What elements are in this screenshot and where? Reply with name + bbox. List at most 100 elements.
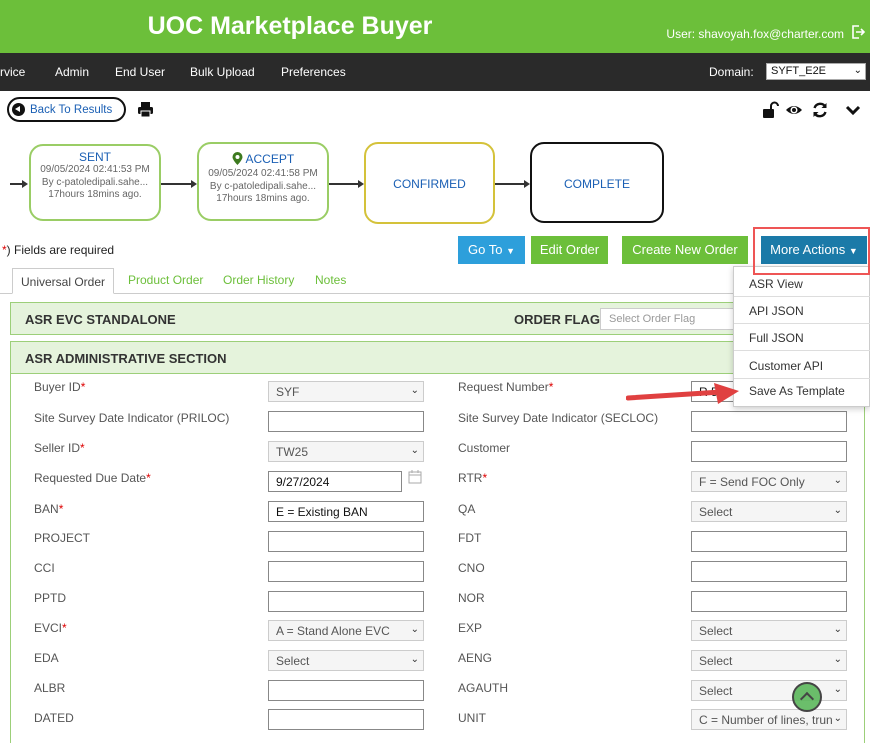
menu-item-api-json[interactable]: API JSON [749, 304, 804, 318]
section-title: ASR ADMINISTRATIVE SECTION [25, 351, 227, 366]
domain-select[interactable]: SYFT_E2E ⌄ [766, 63, 866, 80]
ban-input[interactable]: E = Existing BAN [268, 501, 424, 522]
scroll-to-top-button[interactable] [792, 682, 822, 712]
nav-item-end-user[interactable]: End User [115, 65, 165, 79]
workflow-status-label: ACCEPT [245, 152, 295, 166]
field-label-rtr: RTR* [458, 471, 488, 485]
eye-icon[interactable] [785, 101, 803, 119]
nor-input[interactable] [691, 591, 847, 612]
field-label-requested-due-date: Requested Due Date* [34, 471, 151, 485]
menu-divider [734, 350, 870, 351]
field-label-cno: CNO [458, 561, 485, 575]
create-new-order-button[interactable]: Create New Order [622, 236, 748, 264]
buyer-id-select[interactable]: SYF ⌄ [268, 381, 424, 402]
tab-product-order[interactable]: Product Order [128, 273, 203, 287]
pptd-input[interactable] [268, 591, 424, 612]
field-label-nor: NOR [458, 591, 485, 605]
chevron-down-icon: ⌄ [833, 505, 842, 516]
user-label: User: shavoyah.fox@charter.com [666, 27, 844, 41]
seller-id-select[interactable]: TW25 ⌄ [268, 441, 424, 462]
qa-select[interactable]: Select ⌄ [691, 501, 847, 522]
annotation-arrow-icon [626, 383, 739, 404]
requested-due-date-input[interactable]: 9/27/2024 [268, 471, 402, 492]
field-label-dated: DATED [34, 711, 74, 725]
required-note: *) Fields are required [2, 243, 114, 257]
workflow-step-accept: ACCEPT 09/05/2024 02:41:58 PM By c-patol… [197, 142, 329, 221]
required-bracket: ) [6, 243, 15, 257]
dated-input[interactable] [268, 709, 424, 730]
chevron-down-icon: ⌄ [833, 684, 842, 695]
albr-input[interactable] [268, 680, 424, 701]
map-pin-icon [232, 152, 243, 168]
edit-order-button[interactable]: Edit Order [531, 236, 608, 264]
workflow-step-complete: COMPLETE [530, 142, 664, 223]
field-label-evci: EVCI* [34, 621, 67, 635]
nav-item-bulk-upload[interactable]: Bulk Upload [190, 65, 255, 79]
refresh-icon[interactable] [811, 101, 829, 119]
print-icon[interactable] [137, 101, 154, 118]
field-label-ban: BAN* [34, 502, 64, 516]
nav-item-service[interactable]: rvice [0, 65, 25, 79]
order-flag-select[interactable]: Select Order Flag [600, 308, 750, 330]
calendar-icon[interactable] [408, 470, 422, 484]
project-input[interactable] [268, 531, 424, 552]
top-header: UOC Marketplace Buyer User: shavoyah.fox… [0, 0, 870, 53]
field-label-seller-id: Seller ID* [34, 441, 85, 455]
back-to-results-label: Back To Results [30, 104, 113, 116]
chevron-down-icon: ⌄ [833, 654, 842, 665]
tab-universal-order[interactable]: Universal Order [12, 268, 115, 294]
domain-value: SYFT_E2E [771, 65, 827, 77]
domain-label: Domain: [709, 65, 754, 79]
go-to-button[interactable]: Go To ▼ [458, 236, 525, 264]
priloc-input[interactable] [268, 411, 424, 432]
workflow-connector [495, 183, 524, 185]
chevron-down-icon: ⌄ [410, 445, 419, 456]
eda-select[interactable]: Select ⌄ [268, 650, 424, 671]
agauth-select[interactable]: Select ⌄ [691, 680, 847, 701]
caret-down-icon: ▼ [506, 246, 515, 256]
cci-input[interactable] [268, 561, 424, 582]
fdt-input[interactable] [691, 531, 847, 552]
cno-input[interactable] [691, 561, 847, 582]
field-label-unit: UNIT [458, 711, 486, 725]
chevron-down-icon[interactable] [844, 101, 862, 119]
workflow-ago: 17hours 18mins ago. [216, 193, 310, 204]
rtr-select[interactable]: F = Send FOC Only ⌄ [691, 471, 847, 492]
go-to-label: Go To [468, 242, 503, 257]
tab-order-history[interactable]: Order History [223, 273, 294, 287]
logout-icon[interactable] [850, 24, 866, 40]
chevron-down-icon: ⌄ [410, 654, 419, 665]
unit-select[interactable]: C = Number of lines, trun ⌄ [691, 709, 847, 730]
menu-item-full-json[interactable]: Full JSON [749, 331, 804, 345]
field-label-aeng: AENG [458, 651, 493, 665]
nav-item-preferences[interactable]: Preferences [281, 65, 346, 79]
menu-divider [734, 323, 870, 324]
workflow-status-accept: ACCEPT [199, 152, 327, 168]
tab-notes[interactable]: Notes [315, 273, 346, 287]
menu-item-asr-view[interactable]: ASR View [749, 277, 803, 291]
aeng-select[interactable]: Select ⌄ [691, 650, 847, 671]
exp-select[interactable]: Select ⌄ [691, 620, 847, 641]
chevron-down-icon: ⌄ [833, 475, 842, 486]
section-title: ASR EVC STANDALONE [25, 312, 176, 327]
nav-item-admin[interactable]: Admin [55, 65, 89, 79]
field-label-fdt: FDT [458, 531, 482, 545]
nav-bar: rvice Admin End User Bulk Upload Prefere… [0, 53, 870, 91]
field-label-eda: EDA [34, 651, 59, 665]
menu-item-customer-api[interactable]: Customer API [749, 359, 823, 373]
unlock-icon[interactable] [761, 101, 779, 119]
customer-input[interactable] [691, 441, 847, 462]
menu-divider [734, 296, 870, 297]
menu-item-save-as-template[interactable]: Save As Template [749, 384, 845, 398]
back-to-results-button[interactable]: Back To Results [7, 97, 126, 122]
workflow-date: 09/05/2024 02:41:53 PM [40, 164, 150, 175]
evci-select[interactable]: A = Stand Alone EVC ⌄ [268, 620, 424, 641]
field-label-albr: ALBR [34, 681, 66, 695]
app-title: UOC Marketplace Buyer [147, 12, 433, 40]
secloc-input[interactable] [691, 411, 847, 432]
workflow-ago: 17hours 18mins ago. [48, 189, 142, 200]
menu-divider [734, 378, 870, 379]
workflow-step-confirmed: CONFIRMED [364, 142, 495, 224]
back-arrow-icon [12, 103, 25, 116]
workflow-arrow [22, 180, 28, 188]
